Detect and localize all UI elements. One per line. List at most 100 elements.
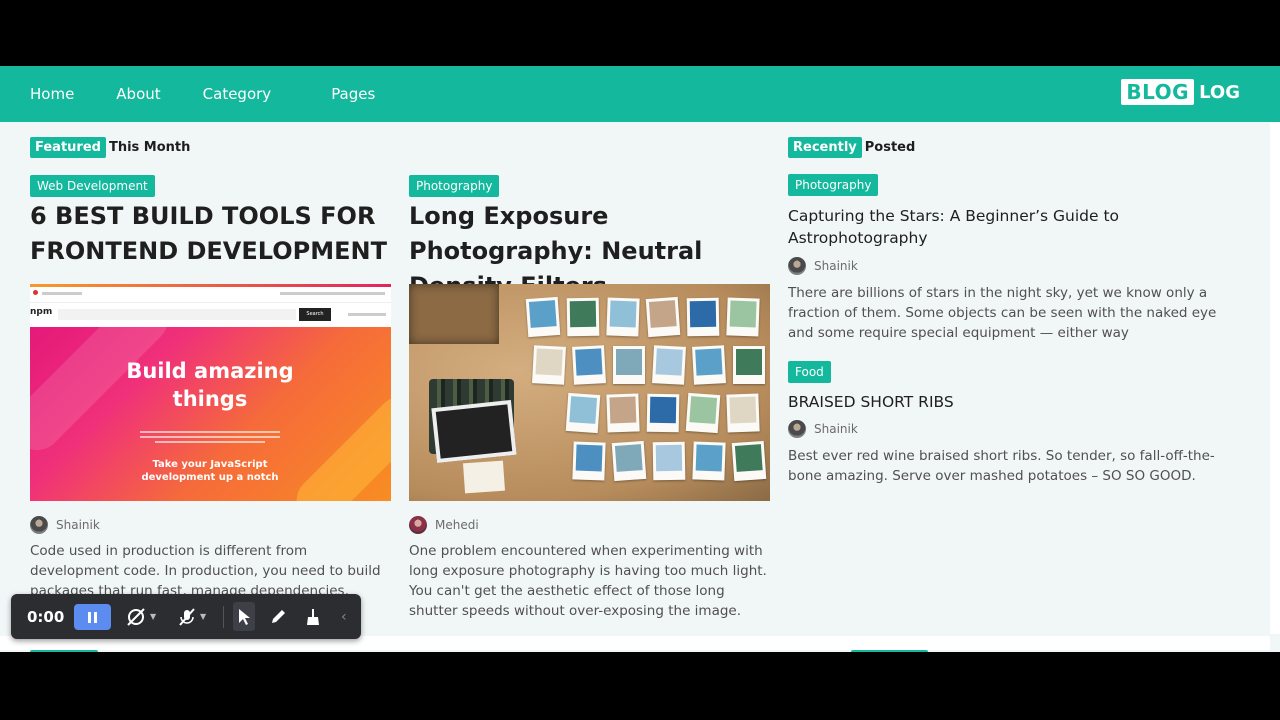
logo-box-text: BLOG [1121,79,1195,105]
polaroid-photo [692,345,726,385]
post-tag[interactable]: Web Development [30,175,155,197]
polaroid-photo [565,392,601,434]
image-header-bar [30,287,391,303]
browser-viewport: Home About Category Pages BLOG LOG Featu… [0,66,1280,652]
recording-timer: 0:00 [27,607,65,626]
author-name: Shainik [814,422,858,436]
polaroid-photo [646,393,680,433]
pencil-icon [272,609,285,623]
next-row-tag[interactable] [30,650,98,652]
image-signin-links [348,313,386,316]
polaroid-photo [606,297,640,337]
post-thumbnail-polaroids[interactable] [409,284,770,501]
featured-highlight: Featured [30,137,106,158]
box-shape [409,284,499,344]
polaroid-photo [652,441,686,481]
polaroid-photo [525,296,561,338]
pen-tool-button[interactable] [269,594,287,639]
recent-highlight: Recently [788,137,862,158]
eraser-tool-button[interactable] [304,594,322,639]
chevron-left-icon: ‹ [341,608,347,625]
banner-headline: Build amazing things [126,359,294,411]
collapse-toolbar-button[interactable]: ‹ [341,594,347,639]
post-tag[interactable]: Photography [788,174,879,196]
pause-button[interactable] [74,604,111,630]
chevron-down-icon: ▼ [150,612,157,621]
polaroid-photo [532,345,566,385]
heart-icon [33,290,38,295]
polaroid-photo [566,297,600,337]
broom-icon [307,608,319,625]
polaroid-photo [611,440,647,482]
banner-small-text [140,431,280,445]
polaroid-photo [645,296,681,338]
author-name: Shainik [56,518,100,532]
image-search-field [58,309,296,320]
nav-category[interactable]: Category [203,85,272,103]
post-author[interactable]: Shainik [788,420,858,438]
image-header-links [280,292,385,295]
author-name: Mehedi [435,518,479,532]
polaroid-photo [731,440,767,482]
main-nav: Home About Category Pages [30,66,375,122]
camera-off-icon [127,607,145,626]
image-search-row: npm Search [30,304,391,325]
top-navbar: Home About Category Pages BLOG LOG [0,66,1280,122]
post-title[interactable]: 6 BEST BUILD TOOLS FOR FRONTEND DEVELOPM… [30,199,390,269]
recent-heading: Recently Posted [788,137,915,158]
post-thumbnail-npm[interactable]: npm Search Build amazing things Take you… [30,284,391,501]
polaroid-photo [733,346,765,384]
polaroid-photo [572,345,606,385]
avatar [788,257,806,275]
banner-subtitle: Take your JavaScript development up a no… [141,459,279,483]
post-excerpt: Code used in production is different fro… [30,543,381,599]
polaroid-photo [692,441,726,481]
polaroid-photo [726,297,760,337]
next-row-tag[interactable] [851,650,928,652]
toolbar-divider [223,606,224,628]
logo-text: LOG [1199,81,1240,103]
polaroid-photo [606,393,640,433]
polaroid-photo [652,345,686,385]
photo-dark [431,399,517,464]
polaroid-photo [726,393,760,433]
polaroid-photo [572,441,606,481]
camera-toggle-button[interactable]: ▼ [125,594,156,639]
post-tag[interactable]: Photography [409,175,500,197]
cursor-tool-button[interactable] [233,602,255,631]
post-excerpt: There are billions of stars in the night… [788,285,1217,341]
mic-off-icon [179,607,195,626]
post-tag[interactable]: Food [788,361,831,383]
site-logo[interactable]: BLOG LOG [1121,79,1240,105]
recorder-toolbar: 0:00 ▼ ▼ ‹ [11,594,361,639]
avatar [788,420,806,438]
featured-heading: Featured This Month [30,137,190,158]
post-author[interactable]: Mehedi [409,516,479,534]
nav-home[interactable]: Home [30,85,74,103]
recent-heading-rest: Posted [864,140,916,155]
image-search-button: Search [299,308,331,321]
nav-pages[interactable]: Pages [331,85,375,103]
polaroid-photo [686,297,720,337]
chevron-down-icon: ▼ [200,612,207,621]
post-title[interactable]: Capturing the Stars: A Beginner’s Guide … [788,205,1148,249]
post-title[interactable]: BRAISED SHORT RIBS [788,391,1148,413]
author-name: Shainik [814,259,858,273]
post-excerpt: One problem encountered when experimenti… [409,543,767,619]
nav-about[interactable]: About [116,85,160,103]
avatar [409,516,427,534]
avatar [30,516,48,534]
polaroid-photo [685,392,721,434]
scrollbar-track[interactable] [1270,122,1280,634]
photo-label [463,460,505,494]
image-header-text [42,292,82,295]
npm-logo-text: npm [30,307,53,317]
post-author[interactable]: Shainik [30,516,100,534]
featured-heading-rest: This Month [108,140,191,155]
polaroid-photo [613,346,645,384]
cursor-icon [239,608,250,625]
post-excerpt: Best ever red wine braised short ribs. S… [788,448,1215,484]
image-hero-banner: Build amazing things Take your JavaScrip… [30,327,391,501]
mic-toggle-button[interactable]: ▼ [177,594,206,639]
post-author[interactable]: Shainik [788,257,858,275]
